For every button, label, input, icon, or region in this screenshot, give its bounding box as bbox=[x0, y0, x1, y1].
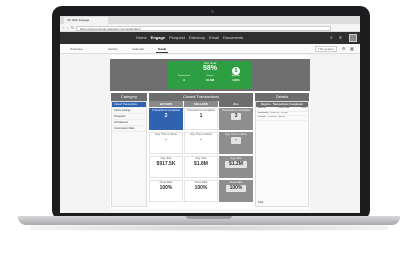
dashboard-content: GCI Goal 58% $ Transactions 3 Volume $1.… bbox=[110, 55, 310, 209]
goal-stat: Avg Sale 100% bbox=[224, 75, 248, 82]
details-column-header: Close Date bbox=[278, 107, 289, 109]
laptop-notch bbox=[186, 216, 232, 219]
address-input[interactable]: https://www.engage.realtracs.com/goals/d… bbox=[76, 25, 331, 31]
column-header-buyers: BUYERS bbox=[149, 101, 183, 107]
closed-transactions-table: BUYERS SELLERS ALL Transactions Complete… bbox=[149, 101, 253, 207]
dollar-icon: $ bbox=[232, 67, 240, 75]
goal-stat: Transactions 3 bbox=[172, 75, 196, 82]
metric-value: 3 bbox=[230, 112, 242, 120]
metric-cell[interactable]: Transactions Completed 2 bbox=[149, 108, 183, 130]
details-panel: Buyers - Transactions Completed Address … bbox=[255, 101, 309, 207]
laptop-shadow bbox=[30, 225, 388, 231]
goal-stat: Volume $1.8M bbox=[198, 75, 222, 82]
menu-icon[interactable]: ≡ bbox=[339, 35, 342, 41]
laptop-mockup: SC Web Engage ‹ › ↻ https://www.engage.r… bbox=[0, 0, 417, 259]
tab-activity[interactable]: Activity bbox=[106, 46, 120, 52]
metric-cell[interactable]: Transactions Completed 3 bbox=[219, 108, 253, 130]
metric-cell[interactable]: Avg. Size $917.5K bbox=[149, 156, 183, 178]
metric-value: 100% bbox=[159, 184, 173, 191]
column-header-sellers: SELLERS bbox=[184, 101, 218, 107]
metric-cell[interactable]: Transactions Completed 1 bbox=[184, 108, 218, 130]
metric-value: $917.5K bbox=[156, 160, 176, 167]
tab-goals[interactable]: Goals bbox=[156, 46, 169, 53]
category-header: Category bbox=[111, 93, 147, 101]
metric-value: - bbox=[200, 136, 202, 143]
metric-cell[interactable]: Avg. Size $1.2M bbox=[219, 156, 253, 178]
app-header: Home Engage Prospect Directory Email Doc… bbox=[60, 32, 360, 44]
avatar[interactable] bbox=[349, 34, 357, 42]
details-column-header: Address bbox=[258, 107, 267, 109]
nav-item-directory[interactable]: Directory bbox=[189, 35, 205, 41]
settings-icon[interactable]: ⚙ bbox=[342, 46, 346, 52]
metric-label: Transactions Completed bbox=[221, 109, 250, 112]
browser-tab-bar: SC Web Engage bbox=[60, 16, 360, 24]
sub-nav: Overview Activity Calendar Goals This qu… bbox=[60, 44, 360, 54]
grid-icon[interactable]: ▦ bbox=[350, 46, 354, 52]
metric-value: - bbox=[231, 136, 241, 144]
goal-card[interactable]: GCI Goal 58% $ Transactions 3 Volume $1.… bbox=[168, 61, 252, 89]
metric-cell[interactable]: Close Rate 100% bbox=[219, 180, 253, 202]
goal-stat-value: 100% bbox=[232, 78, 240, 82]
date-range-select[interactable]: This quarter bbox=[315, 46, 337, 52]
screen: SC Web Engage ‹ › ↻ https://www.engage.r… bbox=[60, 16, 360, 213]
closed-transactions-header: Closed Transactions bbox=[149, 93, 253, 101]
metric-value: $1.8M bbox=[194, 160, 208, 167]
reload-button[interactable]: ↻ bbox=[71, 26, 74, 30]
details-total: Total bbox=[258, 201, 264, 204]
metric-cell[interactable]: Close Rate 100% bbox=[184, 180, 218, 202]
forward-button[interactable]: › bbox=[67, 26, 68, 30]
tab-overview[interactable]: Overview bbox=[68, 46, 85, 52]
app-nav: Home Engage Prospect Directory Email Doc… bbox=[136, 35, 243, 41]
metric-cell[interactable]: Avg. Size $1.8M bbox=[184, 156, 218, 178]
nav-item-prospect[interactable]: Prospect bbox=[169, 35, 185, 41]
metric-value: 100% bbox=[225, 184, 247, 192]
metric-cell[interactable]: Avg. Time to Close - bbox=[149, 132, 183, 154]
details-header: Details bbox=[255, 93, 309, 101]
column-header-all: ALL bbox=[219, 101, 253, 107]
metric-label: Transactions Completed bbox=[151, 109, 180, 112]
goal-stat-value: $1.8M bbox=[205, 78, 215, 82]
category-item-commission-rate[interactable]: Commission Rate bbox=[112, 126, 146, 132]
browser-tab[interactable]: SC Web Engage bbox=[64, 17, 108, 24]
goal-stat-value: 3 bbox=[183, 78, 185, 82]
nav-item-documents[interactable]: Documents bbox=[223, 35, 243, 41]
nav-item-engage[interactable]: Engage bbox=[151, 35, 165, 41]
metric-cell[interactable]: Close Rate 100% bbox=[149, 180, 183, 202]
nav-item-home[interactable]: Home bbox=[136, 35, 147, 41]
browser-url-bar: ‹ › ↻ https://www.engage.realtracs.com/g… bbox=[60, 24, 360, 32]
goal-banner: GCI Goal 58% $ Transactions 3 Volume $1.… bbox=[110, 59, 310, 91]
metric-value: 100% bbox=[194, 184, 208, 191]
metric-value: $1.2M bbox=[225, 160, 247, 168]
metric-label: Transactions Completed bbox=[186, 109, 215, 112]
camera-icon bbox=[211, 10, 214, 13]
back-button[interactable]: ‹ bbox=[63, 26, 64, 30]
nav-item-email[interactable]: Email bbox=[209, 35, 219, 41]
details-column-header: Price bbox=[301, 107, 306, 109]
category-list: Closed Transactions Active Listings Pros… bbox=[111, 101, 147, 207]
metric-cell[interactable]: Avg. Time to Close - bbox=[219, 132, 253, 154]
details-row[interactable]: Franklin · 3,200 SF · $835K bbox=[256, 116, 308, 121]
search-icon[interactable]: ⌕ bbox=[330, 35, 333, 41]
tab-calendar[interactable]: Calendar bbox=[130, 46, 146, 52]
metric-value: 2 bbox=[164, 112, 168, 119]
metric-cell[interactable]: Avg. Time to Close - bbox=[184, 132, 218, 154]
metric-value: - bbox=[165, 136, 167, 143]
metric-value: 1 bbox=[199, 112, 203, 119]
goal-stats: Transactions 3 Volume $1.8M Avg Sale 100… bbox=[172, 75, 248, 82]
